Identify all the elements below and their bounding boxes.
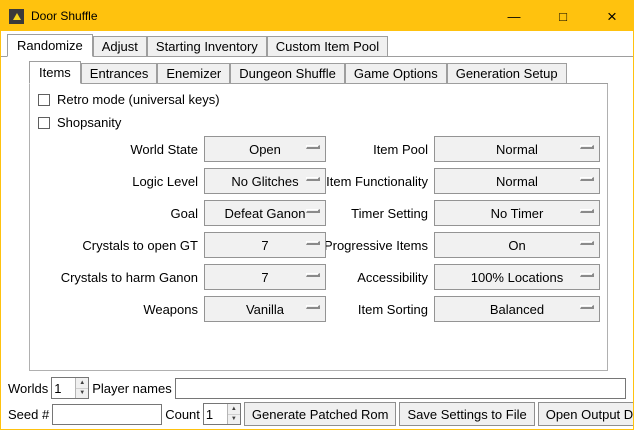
dropdown-indicator-icon bbox=[306, 209, 320, 213]
count-spin-down-icon[interactable]: ▼ bbox=[228, 414, 240, 425]
main-tab-bar: Randomize Adjust Starting Inventory Cust… bbox=[1, 34, 633, 57]
tab-custom-item-pool[interactable]: Custom Item Pool bbox=[267, 36, 388, 56]
sub-tab-bar: Items Entrances Enemizer Dungeon Shuffle… bbox=[29, 61, 608, 84]
field-label-item-pool: Item Pool bbox=[326, 136, 434, 162]
dropdown-goal[interactable]: Defeat Ganon bbox=[204, 200, 326, 226]
field-label-weapons: Weapons bbox=[36, 296, 204, 322]
worlds-value-input[interactable] bbox=[52, 378, 75, 398]
titlebar[interactable]: Door Shuffle — □ × bbox=[1, 1, 633, 31]
worlds-spin-up-icon[interactable]: ▲ bbox=[76, 378, 88, 388]
dropdown-indicator-icon bbox=[306, 177, 320, 181]
dropdown-value: On bbox=[508, 238, 525, 253]
dropdown-indicator-icon bbox=[580, 273, 594, 277]
retro-mode-label: Retro mode (universal keys) bbox=[57, 92, 220, 107]
shopsanity-label: Shopsanity bbox=[57, 115, 121, 130]
dropdown-world-state[interactable]: Open bbox=[204, 136, 326, 162]
field-label-crystals-harm-ganon: Crystals to harm Ganon bbox=[36, 264, 204, 290]
player-names-label: Player names bbox=[92, 381, 171, 396]
save-settings-button[interactable]: Save Settings to File bbox=[399, 402, 534, 426]
settings-form: World State Open Item Pool Normal Logic … bbox=[36, 136, 607, 322]
field-label-item-sorting: Item Sorting bbox=[326, 296, 434, 322]
field-label-progressive-items: Progressive Items bbox=[326, 232, 434, 258]
dropdown-timer-setting[interactable]: No Timer bbox=[434, 200, 600, 226]
field-label-item-functionality: Item Functionality bbox=[326, 168, 434, 194]
dropdown-crystals-harm-ganon[interactable]: 7 bbox=[204, 264, 326, 290]
tab-starting-inventory[interactable]: Starting Inventory bbox=[147, 36, 267, 56]
field-label-accessibility: Accessibility bbox=[326, 264, 434, 290]
tab-adjust[interactable]: Adjust bbox=[93, 36, 147, 56]
open-output-directory-button[interactable]: Open Output Directory bbox=[538, 402, 634, 426]
dropdown-value: Defeat Ganon bbox=[225, 206, 306, 221]
dropdown-indicator-icon bbox=[580, 177, 594, 181]
shopsanity-row: Shopsanity bbox=[36, 111, 607, 134]
dropdown-crystals-open-gt[interactable]: 7 bbox=[204, 232, 326, 258]
count-value-input[interactable] bbox=[204, 404, 227, 424]
dropdown-logic-level[interactable]: No Glitches bbox=[204, 168, 326, 194]
dropdown-value: Open bbox=[249, 142, 281, 157]
dropdown-value: Vanilla bbox=[246, 302, 284, 317]
subtab-game-options[interactable]: Game Options bbox=[345, 63, 447, 83]
dropdown-indicator-icon bbox=[306, 145, 320, 149]
triforce-icon bbox=[13, 13, 21, 20]
subtab-dungeon-shuffle[interactable]: Dungeon Shuffle bbox=[230, 63, 345, 83]
field-label-goal: Goal bbox=[36, 200, 204, 226]
close-icon[interactable]: × bbox=[591, 1, 633, 31]
dropdown-indicator-icon bbox=[580, 209, 594, 213]
retro-mode-row: Retro mode (universal keys) bbox=[36, 88, 607, 111]
dropdown-value: No Glitches bbox=[231, 174, 298, 189]
worlds-label: Worlds bbox=[8, 381, 48, 396]
dropdown-value: 100% Locations bbox=[471, 270, 564, 285]
dropdown-indicator-icon bbox=[580, 305, 594, 309]
door-shuffle-window: Door Shuffle — □ × Randomize Adjust Star… bbox=[0, 0, 634, 430]
subtab-generation-setup[interactable]: Generation Setup bbox=[447, 63, 567, 83]
dropdown-value: Normal bbox=[496, 174, 538, 189]
worlds-spinner[interactable]: ▲ ▼ bbox=[51, 377, 89, 399]
field-label-crystals-open-gt: Crystals to open GT bbox=[36, 232, 204, 258]
worlds-spin-buttons: ▲ ▼ bbox=[75, 378, 88, 398]
bottom-bar: Worlds ▲ ▼ Player names Seed # Count ▲ ▼ bbox=[2, 375, 632, 427]
window-title: Door Shuffle bbox=[31, 9, 98, 23]
shopsanity-checkbox[interactable] bbox=[38, 117, 50, 129]
count-spin-up-icon[interactable]: ▲ bbox=[228, 404, 240, 414]
field-label-timer-setting: Timer Setting bbox=[326, 200, 434, 226]
dropdown-item-functionality[interactable]: Normal bbox=[434, 168, 600, 194]
minimize-icon[interactable]: — bbox=[493, 1, 535, 31]
seed-row: Seed # Count ▲ ▼ Generate Patched Rom Sa… bbox=[2, 401, 632, 427]
seed-label: Seed # bbox=[8, 407, 49, 422]
dropdown-value: No Timer bbox=[491, 206, 544, 221]
dropdown-value: 7 bbox=[261, 270, 268, 285]
items-pane: Retro mode (universal keys) Shopsanity W… bbox=[29, 84, 608, 371]
dropdown-indicator-icon bbox=[580, 241, 594, 245]
generate-patched-rom-button[interactable]: Generate Patched Rom bbox=[244, 402, 397, 426]
maximize-icon[interactable]: □ bbox=[542, 1, 584, 31]
tab-randomize[interactable]: Randomize bbox=[7, 34, 93, 57]
seed-input[interactable] bbox=[52, 404, 162, 425]
worlds-row: Worlds ▲ ▼ Player names bbox=[2, 375, 632, 401]
field-label-logic-level: Logic Level bbox=[36, 168, 204, 194]
dropdown-item-sorting[interactable]: Balanced bbox=[434, 296, 600, 322]
dropdown-item-pool[interactable]: Normal bbox=[434, 136, 600, 162]
dropdown-indicator-icon bbox=[306, 273, 320, 277]
dropdown-value: Balanced bbox=[490, 302, 544, 317]
dropdown-value: Normal bbox=[496, 142, 538, 157]
dropdown-indicator-icon bbox=[580, 145, 594, 149]
count-spinner[interactable]: ▲ ▼ bbox=[203, 403, 241, 425]
count-spin-buttons: ▲ ▼ bbox=[227, 404, 240, 424]
retro-mode-checkbox[interactable] bbox=[38, 94, 50, 106]
player-names-input[interactable] bbox=[175, 378, 626, 399]
app-icon bbox=[9, 9, 24, 24]
subtab-entrances[interactable]: Entrances bbox=[81, 63, 158, 83]
dropdown-progressive-items[interactable]: On bbox=[434, 232, 600, 258]
dropdown-weapons[interactable]: Vanilla bbox=[204, 296, 326, 322]
dropdown-indicator-icon bbox=[306, 305, 320, 309]
subtab-enemizer[interactable]: Enemizer bbox=[157, 63, 230, 83]
dropdown-value: 7 bbox=[261, 238, 268, 253]
dropdown-indicator-icon bbox=[306, 241, 320, 245]
worlds-spin-down-icon[interactable]: ▼ bbox=[76, 388, 88, 399]
randomize-pane: Items Entrances Enemizer Dungeon Shuffle… bbox=[29, 61, 608, 371]
dropdown-accessibility[interactable]: 100% Locations bbox=[434, 264, 600, 290]
field-label-world-state: World State bbox=[36, 136, 204, 162]
subtab-items[interactable]: Items bbox=[29, 61, 81, 84]
count-label: Count bbox=[165, 407, 200, 422]
